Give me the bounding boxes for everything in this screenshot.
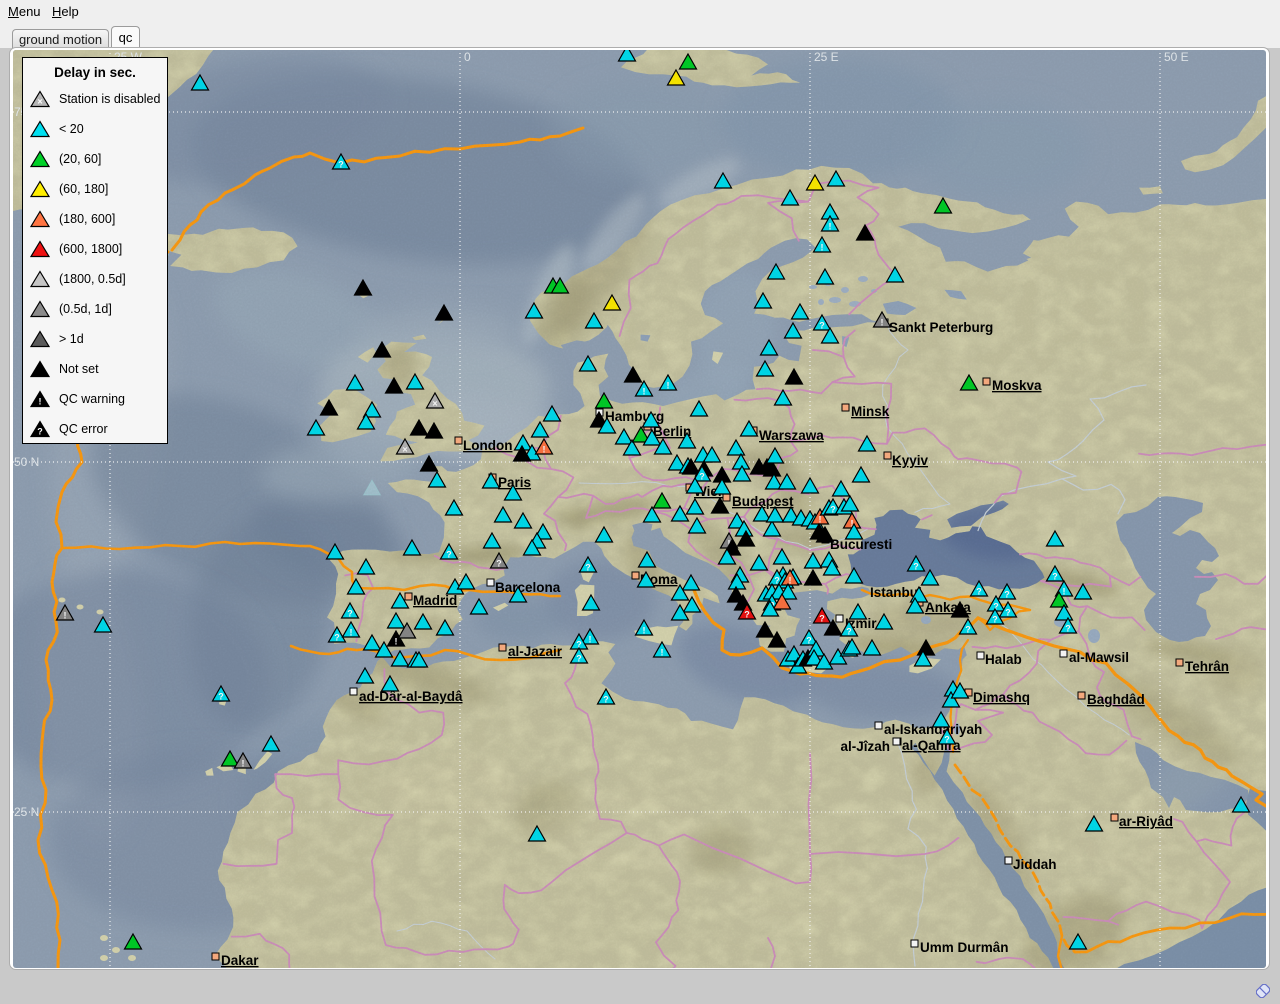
svg-text:?: ?	[37, 427, 43, 437]
svg-text:!: !	[39, 397, 42, 407]
svg-text:×: ×	[37, 97, 42, 107]
